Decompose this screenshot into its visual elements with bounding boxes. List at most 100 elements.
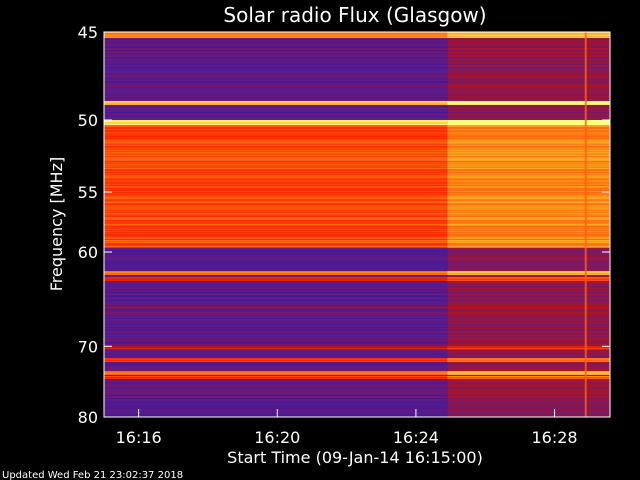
spectrogram-row — [104, 145, 448, 146]
spectrogram-row — [104, 242, 448, 243]
spectrogram-row — [104, 65, 448, 66]
spectrogram-row — [104, 223, 448, 224]
spectrogram-row — [104, 313, 448, 314]
spectrogram-row — [104, 296, 448, 297]
spectrogram-row — [104, 276, 448, 277]
spectrogram-row — [104, 264, 448, 265]
spectrogram-row — [104, 348, 448, 349]
spectrogram-row — [104, 180, 448, 181]
spectrogram-row — [104, 76, 448, 77]
spectrogram-row — [104, 47, 448, 48]
spectrogram-row — [104, 98, 448, 99]
spectrogram-row — [104, 247, 448, 248]
spectrogram-row — [104, 273, 448, 274]
spectrogram-row — [104, 261, 448, 262]
spectrogram-row — [104, 171, 448, 172]
spectrogram-row — [104, 97, 448, 98]
spectrogram-row — [104, 358, 448, 359]
spectrogram-row — [104, 135, 448, 136]
spectrogram-row — [104, 350, 448, 351]
spectrogram-row — [104, 205, 448, 206]
spectrogram-row — [104, 61, 448, 62]
spectrogram-row — [104, 320, 448, 321]
spectrogram-row — [104, 235, 448, 236]
spectrogram-row — [104, 339, 448, 340]
spectrogram-row — [104, 379, 448, 380]
spectrogram-row — [104, 346, 448, 347]
spectrogram-row — [104, 401, 448, 402]
spectrogram-row — [104, 122, 448, 123]
spectrogram-row — [104, 208, 448, 209]
x-axis-label: Start Time (09-Jan-14 16:15:00) — [227, 448, 483, 467]
spectrogram-row — [104, 323, 448, 324]
spectrogram-row — [104, 45, 448, 46]
spectrogram-row — [104, 158, 448, 159]
spectrogram-row — [104, 302, 448, 303]
spectrogram-row — [104, 217, 448, 218]
spectrogram-row — [104, 181, 448, 182]
spectrogram-row — [104, 123, 448, 124]
spectrogram-row — [104, 268, 448, 269]
spectrogram-row — [104, 206, 448, 207]
spectrogram-row — [104, 59, 448, 60]
spectrogram-row — [104, 184, 448, 185]
spectrogram-row — [104, 365, 448, 366]
spectrogram-row — [104, 188, 448, 189]
spectrogram-row — [104, 131, 448, 132]
spectrogram-row — [104, 128, 448, 129]
spectrogram-row — [104, 318, 448, 319]
spectrogram-row — [104, 56, 448, 57]
spectrogram-row — [104, 244, 448, 245]
spectrogram-row — [104, 349, 448, 350]
spectrogram-row — [104, 287, 448, 288]
spectrogram-row — [104, 78, 448, 79]
spectrogram-row — [104, 46, 448, 47]
spectrogram-row — [104, 102, 448, 103]
spectrogram-row — [104, 39, 448, 40]
spectrogram-row — [104, 286, 448, 287]
spectrogram-row — [104, 285, 448, 286]
spectrogram-row — [104, 154, 448, 155]
spectrogram-row — [104, 105, 448, 106]
spectrogram-row — [104, 57, 448, 58]
spectrogram-row — [104, 44, 448, 45]
spectrogram-row — [104, 282, 448, 283]
spectrogram-row — [104, 41, 448, 42]
spectrogram-row — [104, 69, 448, 70]
spectrogram-row — [104, 43, 448, 44]
spectrogram-row — [104, 175, 448, 176]
y-axis-label: Frequency [MHz] — [47, 157, 66, 291]
spectrogram-row — [104, 383, 448, 384]
spectrogram-row — [104, 83, 448, 84]
spectrogram-row — [104, 366, 448, 367]
spectrogram-row — [104, 143, 448, 144]
spectrogram-row — [104, 199, 448, 200]
spectrogram-row — [104, 255, 448, 256]
spectrogram-row — [104, 139, 448, 140]
spectrogram-row — [104, 337, 448, 338]
spectrogram-row — [104, 297, 448, 298]
spectrogram-row — [104, 280, 448, 281]
spectrogram-row — [104, 72, 448, 73]
spectrogram-row — [104, 141, 448, 142]
spectrogram-row — [104, 182, 448, 183]
spectrogram-row — [104, 177, 448, 178]
spectrogram-row — [104, 234, 448, 235]
spectrogram-row — [104, 279, 448, 280]
spectrogram-row — [104, 35, 448, 36]
spectrogram-row — [104, 54, 448, 55]
spectrogram-row — [104, 48, 448, 49]
spectrogram-row — [104, 137, 448, 138]
spectrogram-row — [104, 196, 448, 197]
spectrogram-row — [104, 246, 448, 247]
spectrogram-row — [104, 51, 448, 52]
spectrogram-row — [104, 373, 448, 374]
spectrogram-row — [104, 163, 448, 164]
y-tick-label: 80 — [78, 408, 98, 427]
spectrogram-row — [104, 126, 448, 127]
spectrogram-row — [104, 82, 448, 83]
spectrogram-row — [104, 310, 448, 311]
spectrogram-row — [104, 363, 448, 364]
spectrogram-row — [104, 283, 448, 284]
spectrogram-row — [104, 142, 448, 143]
